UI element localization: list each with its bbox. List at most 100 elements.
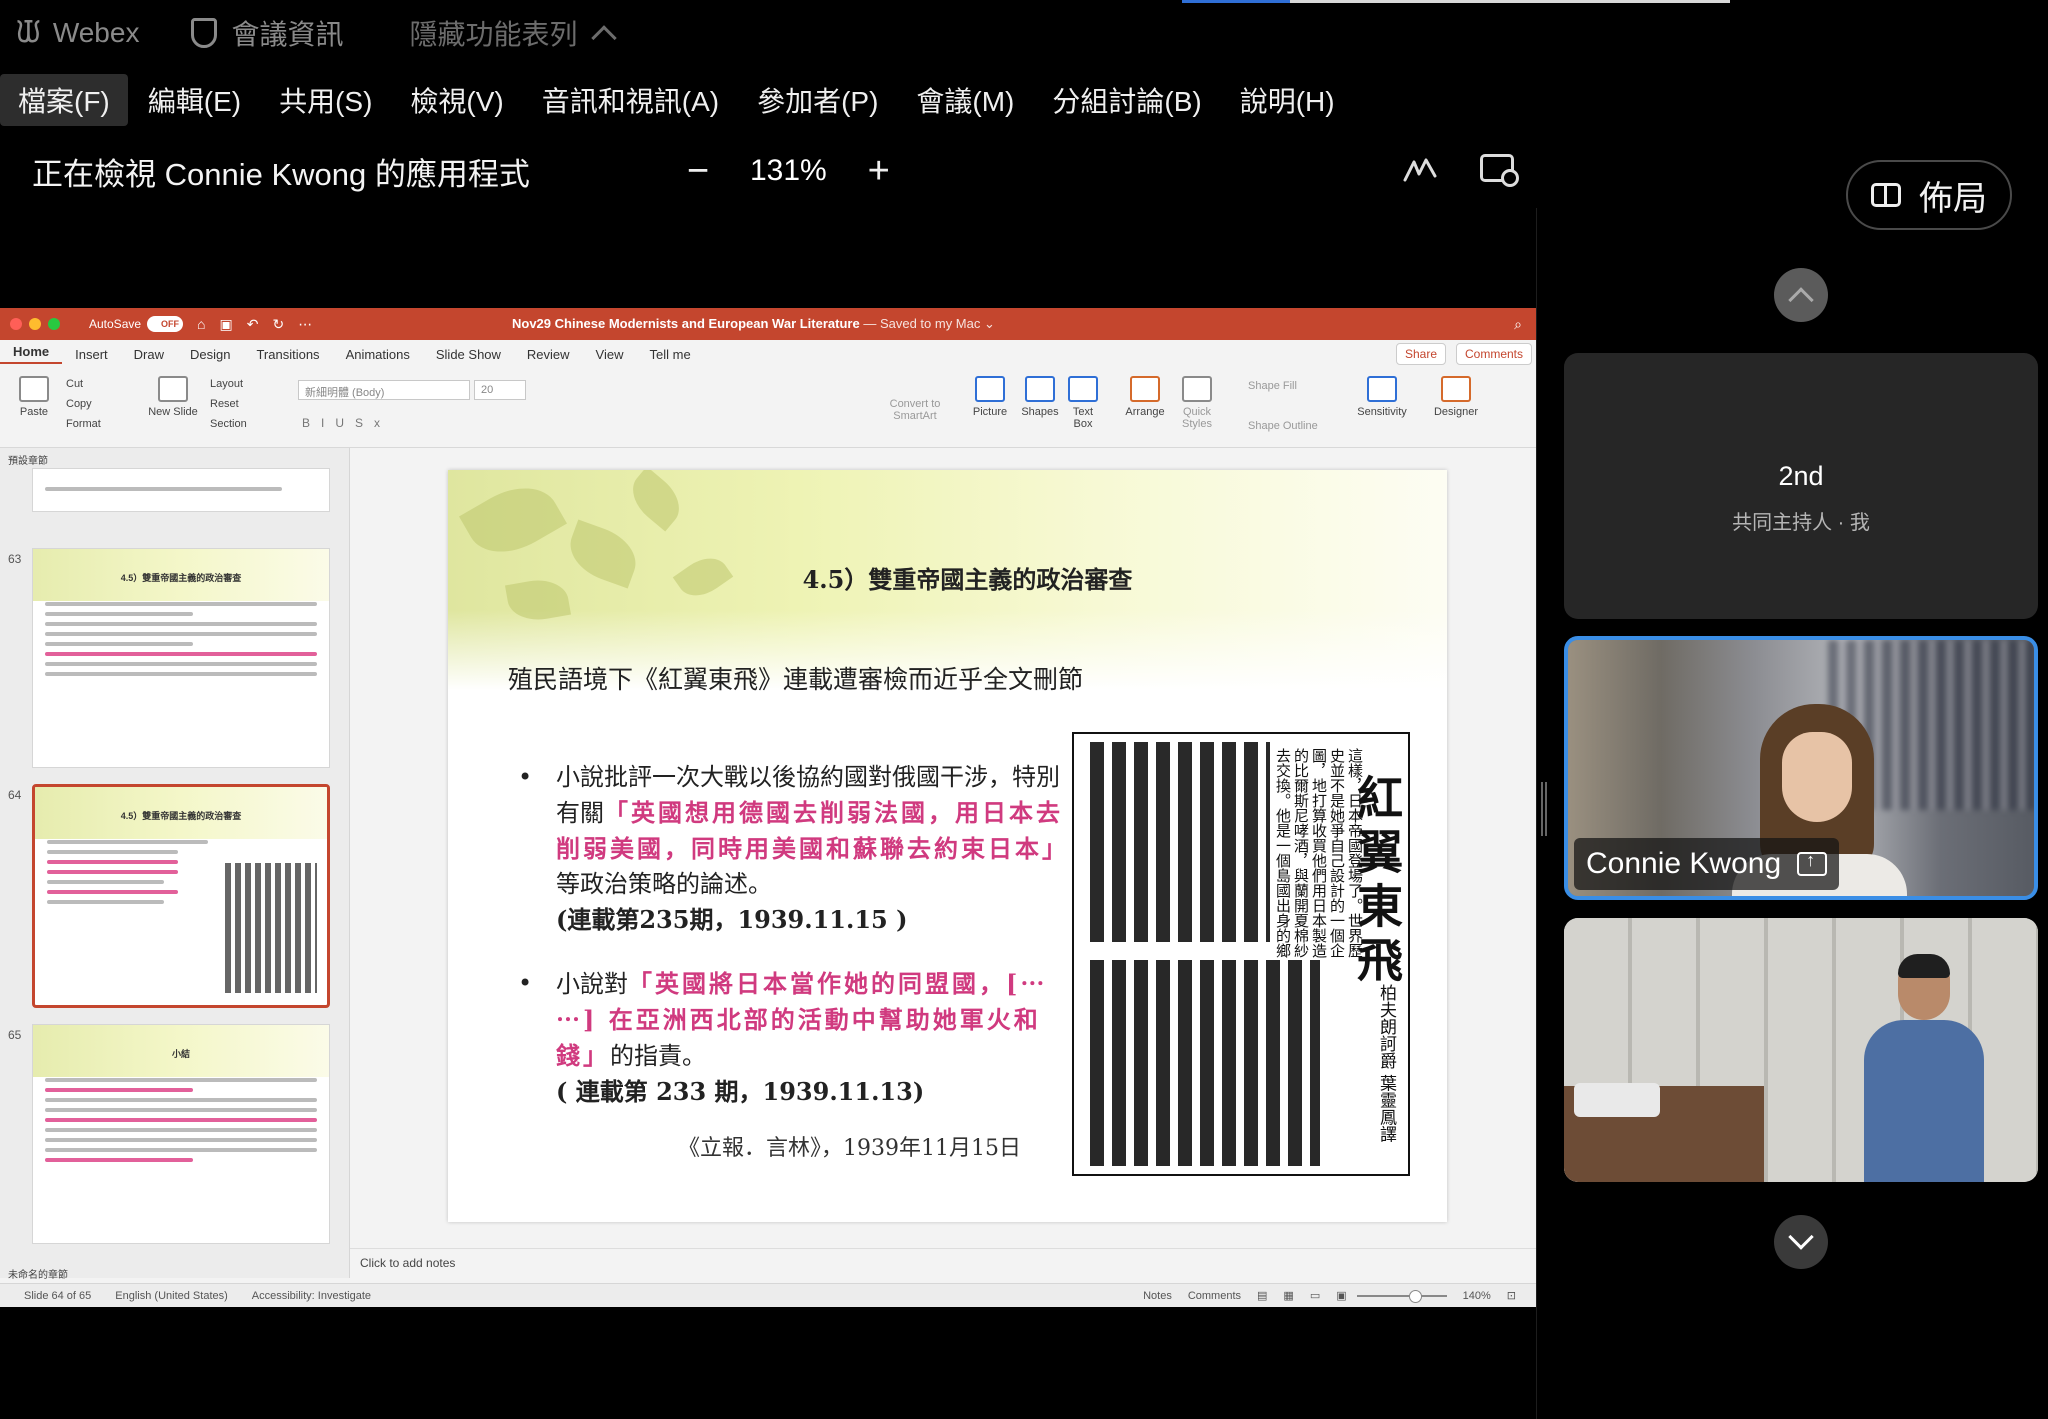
language-indicator[interactable]: English (United States) bbox=[115, 1290, 228, 1302]
format-buttons[interactable]: BIUSx bbox=[302, 416, 391, 430]
tab-review[interactable]: Review bbox=[514, 347, 583, 362]
slide-thumbnail-64-selected[interactable]: 4.5）雙重帝國主義的政治審查 bbox=[32, 784, 330, 1008]
speaker-notes-field[interactable]: Click to add notes bbox=[350, 1248, 1536, 1278]
zoom-percent[interactable]: 140% bbox=[1463, 1290, 1491, 1302]
window-controls bbox=[10, 318, 67, 330]
share-button[interactable]: Share bbox=[1395, 343, 1446, 365]
active-speaker-tile[interactable]: Connie Kwong bbox=[1564, 636, 2038, 900]
layout-label: 佈局 bbox=[1919, 179, 1987, 218]
more-icon[interactable]: ⋯ bbox=[298, 316, 312, 333]
menu-help[interactable]: 說明(H) bbox=[1222, 74, 1353, 126]
search-icon[interactable]: ⌕ bbox=[1514, 316, 1522, 333]
tab-animations[interactable]: Animations bbox=[333, 347, 423, 362]
newspaper-byline: 柏夫朗訶爵 葉靈鳳譯 bbox=[1376, 984, 1396, 1143]
normal-view-icon[interactable]: ▤ bbox=[1257, 1289, 1267, 1302]
tab-insert[interactable]: Insert bbox=[62, 347, 121, 362]
accessibility-indicator[interactable]: Accessibility: Investigate bbox=[252, 1290, 371, 1302]
room-video-tile[interactable] bbox=[1564, 918, 2038, 1182]
share-view-bar: 正在檢視 Connie Kwong 的應用程式 − 131% + bbox=[0, 140, 1536, 202]
webex-title-bar: ᙡ Webex 會議資訊 隱藏功能表列 bbox=[0, 0, 2048, 66]
convert-smartart-button[interactable]: Convert to SmartArt bbox=[880, 398, 950, 422]
shape-outline-button[interactable]: Shape Outline bbox=[1248, 420, 1318, 432]
menu-edit[interactable]: 編輯(E) bbox=[130, 74, 259, 126]
speaker-name-tag: Connie Kwong bbox=[1574, 838, 1840, 890]
shared-powerpoint-window: AutoSave OFF ⌂ ▣ ↶ ↻ ⋯ Nov29 Chinese Mod… bbox=[0, 308, 1536, 1307]
slide-thumbnail-62[interactable] bbox=[32, 468, 330, 512]
tab-draw[interactable]: Draw bbox=[121, 347, 177, 362]
picture-button[interactable]: Picture bbox=[968, 376, 1012, 418]
notes-toggle[interactable]: Notes bbox=[1143, 1290, 1172, 1302]
undo-icon[interactable]: ↶ bbox=[247, 316, 259, 333]
hide-menu-bar-button[interactable]: 隱藏功能表列 bbox=[409, 13, 618, 53]
tab-slide-show[interactable]: Slide Show bbox=[423, 347, 514, 362]
app-name: Webex bbox=[52, 17, 140, 48]
section-button[interactable]: Section bbox=[210, 418, 247, 430]
cut-button[interactable]: Cut bbox=[66, 378, 83, 390]
menu-audio-video[interactable]: 音訊和視訊(A) bbox=[524, 74, 737, 126]
font-name-select[interactable]: 新細明體 (Body) bbox=[298, 380, 470, 400]
fit-to-window-icon[interactable]: ⊡ bbox=[1507, 1289, 1516, 1302]
section-header-unnamed[interactable]: 未命名的章節 bbox=[8, 1266, 68, 1281]
shapes-button[interactable]: Shapes bbox=[1018, 376, 1062, 418]
arrange-button[interactable]: Arrange bbox=[1122, 376, 1168, 418]
minimize-window-button[interactable] bbox=[29, 318, 41, 330]
reset-button[interactable]: Reset bbox=[210, 398, 239, 410]
content-divider bbox=[1536, 208, 1537, 1419]
panel-resize-handle[interactable] bbox=[1541, 782, 1547, 836]
zoom-out-button[interactable]: − bbox=[672, 150, 724, 193]
ribbon-home: Paste Cut Copy Format New Slide Layout R… bbox=[0, 368, 1536, 448]
scroll-down-button[interactable] bbox=[1774, 1215, 1828, 1269]
menu-participants[interactable]: 參加者(P) bbox=[739, 74, 896, 126]
tab-design[interactable]: Design bbox=[177, 347, 243, 362]
tab-view[interactable]: View bbox=[583, 347, 637, 362]
autosave-toggle[interactable]: OFF bbox=[147, 316, 184, 332]
menu-file[interactable]: 檔案(F) bbox=[0, 74, 128, 126]
current-slide[interactable]: 4.5）雙重帝國主義的政治審查 殖民語境下《紅翼東飛》連載遭審檢而近乎全文刪節 … bbox=[448, 470, 1447, 1222]
menu-view[interactable]: 檢視(V) bbox=[392, 74, 521, 126]
tab-tell-me[interactable]: Tell me bbox=[637, 347, 704, 362]
tab-transitions[interactable]: Transitions bbox=[243, 347, 332, 362]
layout-button[interactable]: Layout bbox=[210, 378, 243, 390]
comments-button[interactable]: Comments bbox=[1455, 343, 1532, 365]
meeting-info-button[interactable]: 會議資訊 bbox=[191, 13, 343, 53]
maximize-window-button[interactable] bbox=[48, 318, 60, 330]
redo-icon[interactable]: ↻ bbox=[272, 316, 284, 333]
shape-fill-button[interactable]: Shape Fill bbox=[1248, 380, 1297, 392]
chevron-down-icon bbox=[1788, 1224, 1814, 1250]
slide-thumbnail-65[interactable]: 小結 bbox=[32, 1024, 330, 1244]
sensitivity-button[interactable]: Sensitivity bbox=[1352, 376, 1412, 418]
layout-button[interactable]: 佈局 bbox=[1846, 160, 2012, 230]
presenter-view-icon[interactable]: ▣ bbox=[1336, 1289, 1346, 1302]
font-size-select[interactable]: 20 bbox=[474, 380, 526, 400]
copy-button[interactable]: Copy bbox=[66, 398, 92, 410]
slide-sorter-icon[interactable]: ▦ bbox=[1283, 1289, 1293, 1302]
save-icon[interactable]: ▣ bbox=[220, 316, 233, 333]
new-slide-button[interactable]: New Slide bbox=[148, 376, 198, 418]
scroll-up-button[interactable] bbox=[1774, 268, 1828, 322]
zoom-slider[interactable] bbox=[1356, 1289, 1447, 1303]
newspaper-headline: 紅翼東飛 bbox=[1350, 774, 1404, 990]
annotate-icon[interactable] bbox=[1402, 154, 1438, 184]
comments-toggle[interactable]: Comments bbox=[1188, 1290, 1241, 1302]
zoom-level: 131% bbox=[750, 154, 827, 187]
home-icon[interactable]: ⌂ bbox=[197, 316, 205, 332]
reading-view-icon[interactable]: ▭ bbox=[1310, 1289, 1320, 1302]
section-header-default[interactable]: 預設章節 bbox=[8, 452, 349, 467]
remote-control-icon[interactable] bbox=[1480, 154, 1519, 187]
menu-meeting[interactable]: 會議(M) bbox=[898, 74, 1032, 126]
chevron-up-icon bbox=[591, 25, 618, 51]
designer-button[interactable]: Designer bbox=[1430, 376, 1482, 418]
slide-thumbnail-63[interactable]: 4.5）雙重帝國主義的政治審查 bbox=[32, 548, 330, 768]
paste-button[interactable]: Paste bbox=[14, 376, 54, 418]
menu-breakout[interactable]: 分組討論(B) bbox=[1034, 74, 1219, 126]
format-painter-button[interactable]: Format bbox=[66, 418, 101, 430]
autosave-label: AutoSave bbox=[89, 317, 142, 331]
quick-styles-button[interactable]: Quick Styles bbox=[1174, 376, 1220, 430]
self-video-tile[interactable]: 2nd 共同主持人 · 我 bbox=[1564, 353, 2038, 619]
newspaper-clipping-image: 這樣，日本帝國登場了。世界歷史並不是她爭自己設計的一個企圖，地打算收買他們用日本… bbox=[1072, 732, 1410, 1176]
text-box-button[interactable]: Text Box bbox=[1066, 376, 1100, 430]
menu-share[interactable]: 共用(S) bbox=[261, 74, 390, 126]
close-window-button[interactable] bbox=[10, 318, 22, 330]
tab-home[interactable]: Home bbox=[0, 344, 63, 364]
zoom-in-button[interactable]: + bbox=[853, 150, 905, 193]
